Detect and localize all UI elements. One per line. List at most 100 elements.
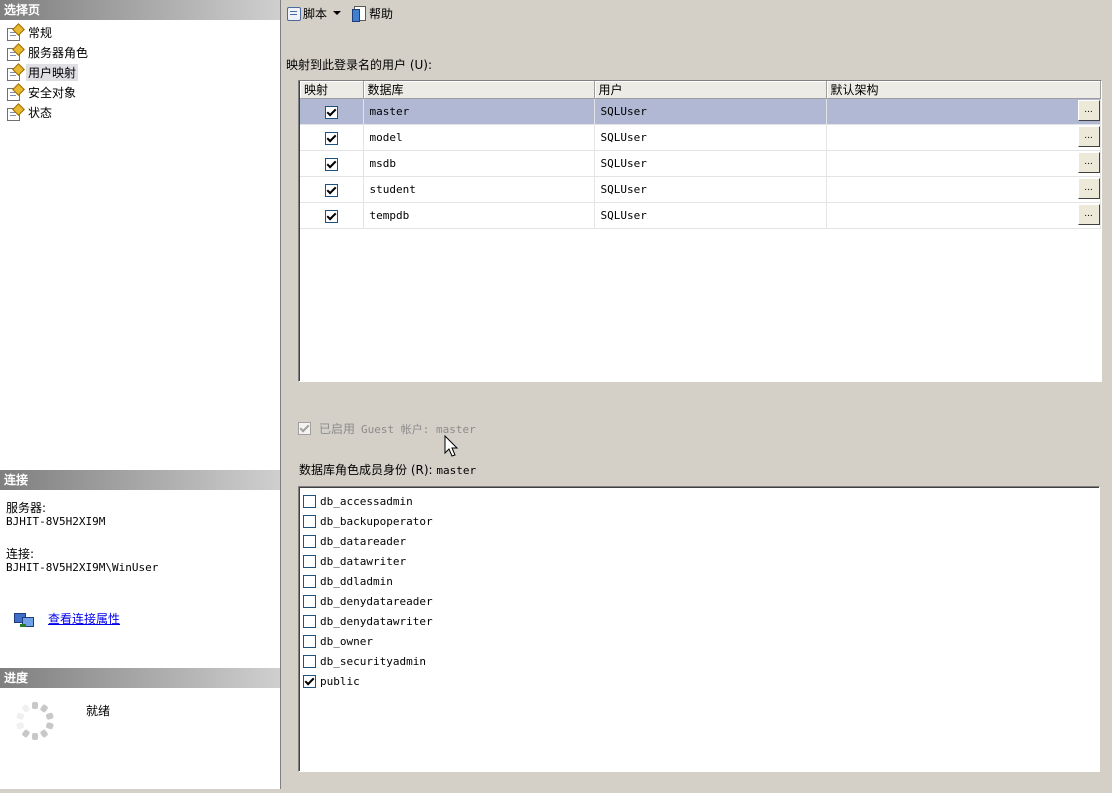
guest-enabled-checkbox — [298, 422, 311, 435]
role-checkbox[interactable] — [303, 574, 316, 588]
schema-browse-button[interactable]: ... — [1077, 126, 1099, 147]
role-name: db_accessadmin — [320, 494, 413, 508]
table-row[interactable]: model SQLUser... — [300, 124, 1101, 151]
page-item-label: 服务器角色 — [28, 45, 89, 60]
view-connection-properties[interactable]: 查看连接属性 — [14, 610, 120, 627]
script-label: 脚本 — [303, 6, 328, 21]
column-header-default-schema[interactable]: 默认架构 — [826, 81, 1101, 99]
schema-browse-button[interactable]: ... — [1077, 100, 1099, 121]
column-header-map[interactable]: 映射 — [300, 81, 364, 99]
progress-spinner-icon — [14, 700, 56, 742]
page-icon — [6, 43, 25, 61]
database-cell[interactable]: master — [363, 98, 595, 125]
page-item[interactable]: 安全对象 — [0, 82, 280, 102]
list-item[interactable]: db_backupoperator — [299, 511, 1099, 531]
user-cell[interactable]: SQLUser — [594, 98, 827, 125]
help-button[interactable]: 帮助 — [348, 2, 396, 24]
column-header-user[interactable]: 用户 — [594, 81, 827, 99]
schema-cell[interactable]: ... — [826, 202, 1101, 229]
empty-row — [300, 279, 1100, 304]
role-checkbox[interactable] — [303, 494, 316, 508]
schema-cell[interactable]: ... — [826, 150, 1101, 177]
database-cell[interactable]: model — [363, 124, 595, 151]
page-icon — [6, 23, 25, 41]
schema-value — [827, 184, 833, 197]
page-item-label: 常规 — [28, 25, 53, 40]
left-pane: 选择页 常规 服务器角色 用户映射 安全对象 状态 连接 服务器: BJHIT-8V5H… — [0, 0, 281, 789]
empty-row — [300, 354, 1100, 379]
schema-browse-button[interactable]: ... — [1077, 178, 1099, 199]
progress-header: 进度 — [0, 668, 280, 688]
schema-cell[interactable]: ... — [826, 98, 1101, 125]
list-item[interactable]: db_denydatareader — [299, 591, 1099, 611]
table-row[interactable]: msdb SQLUser... — [300, 150, 1101, 177]
role-name: db_securityadmin — [320, 654, 426, 668]
schema-cell[interactable]: ... — [826, 124, 1101, 151]
role-name: db_denydatareader — [320, 594, 433, 608]
roles-label-text: 数据库角色成员身份 (R): — [299, 463, 433, 477]
role-checkbox[interactable] — [303, 654, 316, 668]
server-value: BJHIT-8V5H2XI9M — [6, 515, 106, 528]
map-checkbox[interactable] — [324, 157, 338, 171]
user-cell[interactable]: SQLUser — [594, 176, 827, 203]
user-cell[interactable]: SQLUser — [594, 124, 827, 151]
role-checkbox[interactable] — [303, 614, 316, 628]
view-connection-properties-link[interactable]: 查看连接属性 — [48, 610, 120, 627]
chevron-down-icon[interactable] — [333, 11, 342, 15]
role-checkbox[interactable] — [303, 674, 316, 688]
list-item[interactable]: public — [299, 671, 1099, 691]
map-cell — [300, 124, 364, 151]
column-header-database[interactable]: 数据库 — [363, 81, 595, 99]
schema-browse-button[interactable]: ... — [1077, 204, 1099, 225]
table-row[interactable]: tempdb SQLUser... — [300, 202, 1101, 229]
script-button[interactable]: 脚本 — [282, 2, 348, 24]
list-item[interactable]: db_datareader — [299, 531, 1099, 551]
list-item[interactable]: db_accessadmin — [299, 491, 1099, 511]
connection-label: 连接: — [6, 547, 35, 561]
page-item[interactable]: 服务器角色 — [0, 42, 280, 62]
grid-header-row: 映射 数据库 用户 默认架构 — [300, 81, 1101, 99]
page-item[interactable]: 常规 — [0, 22, 280, 42]
list-item[interactable]: db_datawriter — [299, 551, 1099, 571]
table-row[interactable]: student SQLUser... — [300, 176, 1101, 203]
role-name: db_datawriter — [320, 554, 407, 568]
table-row[interactable]: master SQLUser... — [300, 98, 1101, 125]
role-name: public — [320, 674, 360, 688]
role-checkbox[interactable] — [303, 634, 316, 648]
database-cell[interactable]: msdb — [363, 150, 595, 177]
users-mapping-grid: 映射 数据库 用户 默认架构 master SQLUser... model SQLU… — [298, 80, 1102, 382]
map-checkbox[interactable] — [324, 105, 338, 119]
role-checkbox[interactable] — [303, 594, 316, 608]
role-checkbox[interactable] — [303, 554, 316, 568]
map-cell — [300, 98, 364, 125]
roles-list: db_accessadmin db_backupoperator db_datare… — [298, 486, 1100, 772]
user-cell[interactable]: SQLUser — [594, 202, 827, 229]
page-item-label: 状态 — [28, 105, 53, 120]
guest-enabled-label: 已启用 — [319, 422, 356, 436]
page-item[interactable]: 用户映射 — [0, 62, 280, 82]
database-cell[interactable]: tempdb — [363, 202, 595, 229]
help-label: 帮助 — [369, 6, 394, 21]
page-icon — [6, 103, 25, 121]
user-cell[interactable]: SQLUser — [594, 150, 827, 177]
users-mapping-label: 映射到此登录名的用户 (U): — [286, 58, 433, 72]
map-checkbox[interactable] — [324, 209, 338, 223]
page-item-label: 安全对象 — [28, 85, 77, 100]
database-cell[interactable]: student — [363, 176, 595, 203]
map-checkbox[interactable] — [324, 183, 338, 197]
connection-header: 连接 — [0, 470, 280, 490]
map-cell — [300, 176, 364, 203]
list-item[interactable]: db_ddladmin — [299, 571, 1099, 591]
role-checkbox[interactable] — [303, 534, 316, 548]
role-name: db_owner — [320, 634, 373, 648]
role-checkbox[interactable] — [303, 514, 316, 528]
empty-row — [300, 254, 1100, 279]
schema-browse-button[interactable]: ... — [1077, 152, 1099, 173]
map-checkbox[interactable] — [324, 131, 338, 145]
list-item[interactable]: db_denydatawriter — [299, 611, 1099, 631]
page-item[interactable]: 状态 — [0, 102, 280, 122]
users-grid-body: master SQLUser... model SQLUser... msdb SQLUs… — [300, 98, 1101, 380]
schema-cell[interactable]: ... — [826, 176, 1101, 203]
list-item[interactable]: db_owner — [299, 631, 1099, 651]
list-item[interactable]: db_securityadmin — [299, 651, 1099, 671]
